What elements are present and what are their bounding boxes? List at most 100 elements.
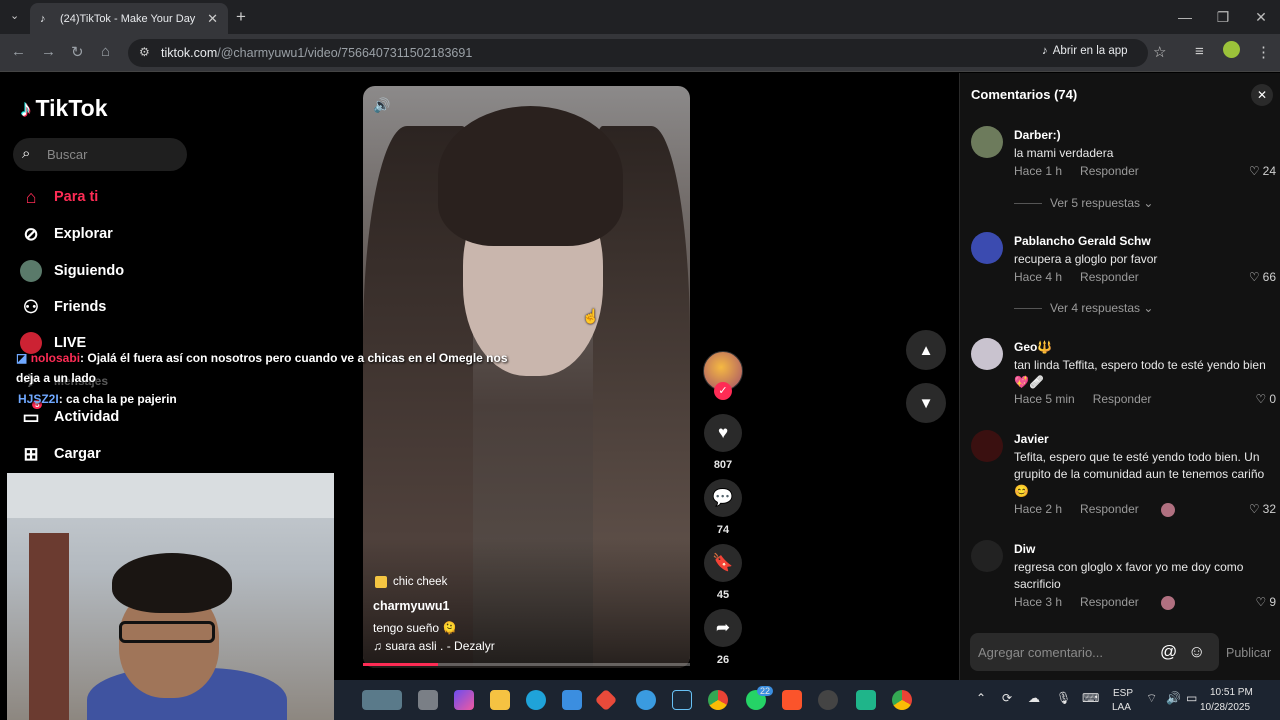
new-tab-icon[interactable]: + (236, 7, 246, 27)
app-icon[interactable] (636, 690, 656, 710)
app-icon[interactable] (594, 688, 618, 712)
app-icon[interactable] (856, 690, 876, 710)
view-replies-button[interactable]: Ver 5 respuestas ⌄ (1014, 196, 1153, 210)
previous-video-button[interactable]: ▲ (906, 330, 946, 370)
video-author[interactable]: charmyuwu1 (373, 599, 449, 613)
tab-search-icon[interactable]: ⌄ (10, 9, 19, 22)
commenter-avatar[interactable] (971, 232, 1003, 264)
video-progress-fill (363, 663, 439, 666)
effect-sticker[interactable]: chic cheek (375, 576, 447, 588)
tray-chevron-icon[interactable]: ⌃ (976, 691, 986, 705)
menu-kebab-icon[interactable]: ⋮ (1256, 43, 1271, 61)
nav-for-you[interactable]: ⌂ Para ti (20, 186, 99, 208)
volume-icon[interactable]: 🔊 (373, 97, 390, 114)
view-replies-button[interactable]: Ver 4 respuestas ⌄ (1014, 301, 1153, 315)
comment-like[interactable]: ♡ 66 (1249, 270, 1276, 284)
widgets-icon[interactable] (362, 690, 402, 710)
brave-icon[interactable] (782, 690, 802, 710)
reply-link[interactable]: Responder (1080, 164, 1139, 178)
home-icon[interactable]: ⌂ (101, 43, 110, 60)
commenter-avatar[interactable] (971, 540, 1003, 572)
tray-sync-icon[interactable]: ⟳ (1002, 691, 1012, 705)
wifi-icon[interactable]: ⌔ (1146, 691, 1157, 706)
comment-input[interactable]: Agregar comentario... @ ☺ (970, 633, 1219, 671)
comment-like[interactable]: ♡ 32 (1249, 502, 1276, 516)
url-bar[interactable]: ⚙ tiktok.com/@charmyuwu1/video/756640731… (128, 39, 1166, 67)
reading-list-icon[interactable]: ≡ (1195, 43, 1204, 60)
comment-like[interactable]: ♡ 24 (1249, 164, 1276, 178)
bookmark-star-icon[interactable]: ☆ (1153, 43, 1166, 61)
volume-icon[interactable]: 🔊 (1166, 691, 1181, 705)
battery-icon[interactable]: ▭ (1186, 691, 1197, 705)
comment-count: 74 (716, 524, 730, 536)
nav-explore[interactable]: ⊘ Explorar (20, 223, 112, 245)
emoji-icon[interactable]: ☺ (1188, 642, 1205, 662)
nav-following[interactable]: Siguiendo (20, 260, 124, 282)
reply-link[interactable]: Responder (1080, 595, 1139, 609)
url-text[interactable]: tiktok.com/@charmyuwu1/video/75664073115… (161, 46, 472, 60)
reload-icon[interactable]: ↻ (71, 43, 84, 61)
commenter-name[interactable]: Pablancho Gerald Schw (1014, 234, 1151, 248)
tray-cloud-icon[interactable]: ☁ (1028, 691, 1040, 705)
clock-date[interactable]: 10/28/2025 (1200, 702, 1250, 713)
close-tab-icon[interactable]: ✕ (207, 11, 218, 27)
task-view-icon[interactable] (418, 690, 438, 710)
video-music[interactable]: ♫ suara asli . - Dezalyr (373, 639, 495, 653)
comment-like[interactable]: ♡ 0 (1256, 392, 1276, 406)
chrome-icon[interactable] (892, 690, 912, 710)
next-video-button[interactable]: ▼ (906, 383, 946, 423)
steam-icon[interactable] (672, 690, 692, 710)
tiktok-logo[interactable]: ♪ TikTok (20, 95, 108, 122)
reply-link[interactable]: Responder (1080, 502, 1139, 516)
app-icon[interactable] (818, 690, 838, 710)
open-in-app-button[interactable]: ♪ Abrir en la app (1042, 45, 1128, 57)
clock-time[interactable]: 10:51 PM (1210, 687, 1253, 698)
close-window-button[interactable]: ✕ (1242, 0, 1280, 34)
nav-upload[interactable]: ⊞ Cargar (20, 443, 100, 465)
publish-button[interactable]: Publicar (1226, 646, 1271, 660)
commenter-name[interactable]: Javier (1014, 432, 1049, 446)
comment-like[interactable]: ♡ 9 (1256, 595, 1276, 609)
sticker-icon (375, 576, 387, 588)
commenter-avatar[interactable] (971, 126, 1003, 158)
commenter-avatar[interactable] (971, 430, 1003, 462)
like-button[interactable]: ♥ (704, 414, 742, 452)
share-button[interactable]: ➦ (704, 609, 742, 647)
heart-outline-icon: ♡ (1255, 595, 1267, 609)
language-bottom[interactable]: LAA (1112, 702, 1131, 713)
forward-icon[interactable]: → (41, 43, 56, 60)
save-button[interactable]: 🔖 (704, 544, 742, 582)
copilot-icon[interactable] (454, 690, 474, 710)
commenter-name[interactable]: Diw (1014, 542, 1035, 556)
comment-button[interactable]: 💬 (704, 479, 742, 517)
commenter-name[interactable]: Darber:) (1014, 128, 1061, 142)
mention-icon[interactable]: @ (1160, 642, 1177, 662)
site-info-icon[interactable]: ⚙ (139, 45, 150, 59)
file-explorer-icon[interactable] (490, 690, 510, 710)
close-comments-button[interactable]: ✕ (1251, 84, 1273, 106)
reply-link[interactable]: Responder (1093, 392, 1152, 406)
edge-icon[interactable] (526, 690, 546, 710)
search-input[interactable]: ⌕ Buscar (13, 138, 187, 171)
nav-activity[interactable]: ▭ 5 Actividad (20, 400, 119, 428)
reply-link[interactable]: Responder (1080, 270, 1139, 284)
commenter-avatar[interactable] (971, 338, 1003, 370)
whatsapp-badge: 22 (757, 686, 774, 696)
language-top[interactable]: ESP (1113, 688, 1133, 699)
nav-friends[interactable]: ⚇ Friends (20, 296, 106, 318)
chrome-icon[interactable] (708, 690, 728, 710)
maximize-button[interactable]: ❐ (1204, 0, 1242, 34)
store-icon[interactable] (562, 690, 582, 710)
video-progress-bar[interactable] (363, 663, 690, 666)
tray-device-icon[interactable]: ⌨ (1082, 691, 1099, 705)
minimize-button[interactable]: — (1166, 0, 1204, 34)
close-icon: ✕ (1256, 88, 1268, 102)
tray-mic-icon[interactable]: 🎙 (1056, 691, 1071, 705)
profile-avatar[interactable] (1223, 41, 1240, 58)
browser-tab[interactable]: ♪ (24)TikTok - Make Your Day ✕ (30, 3, 228, 34)
follow-check-icon[interactable]: ✓ (714, 382, 732, 400)
back-icon[interactable]: ← (11, 43, 26, 60)
heart-outline-icon: ♡ (1248, 502, 1260, 516)
comment-text: recupera a gloglo por favor (1014, 252, 1158, 266)
commenter-name[interactable]: Geo🔱 (1014, 340, 1052, 354)
